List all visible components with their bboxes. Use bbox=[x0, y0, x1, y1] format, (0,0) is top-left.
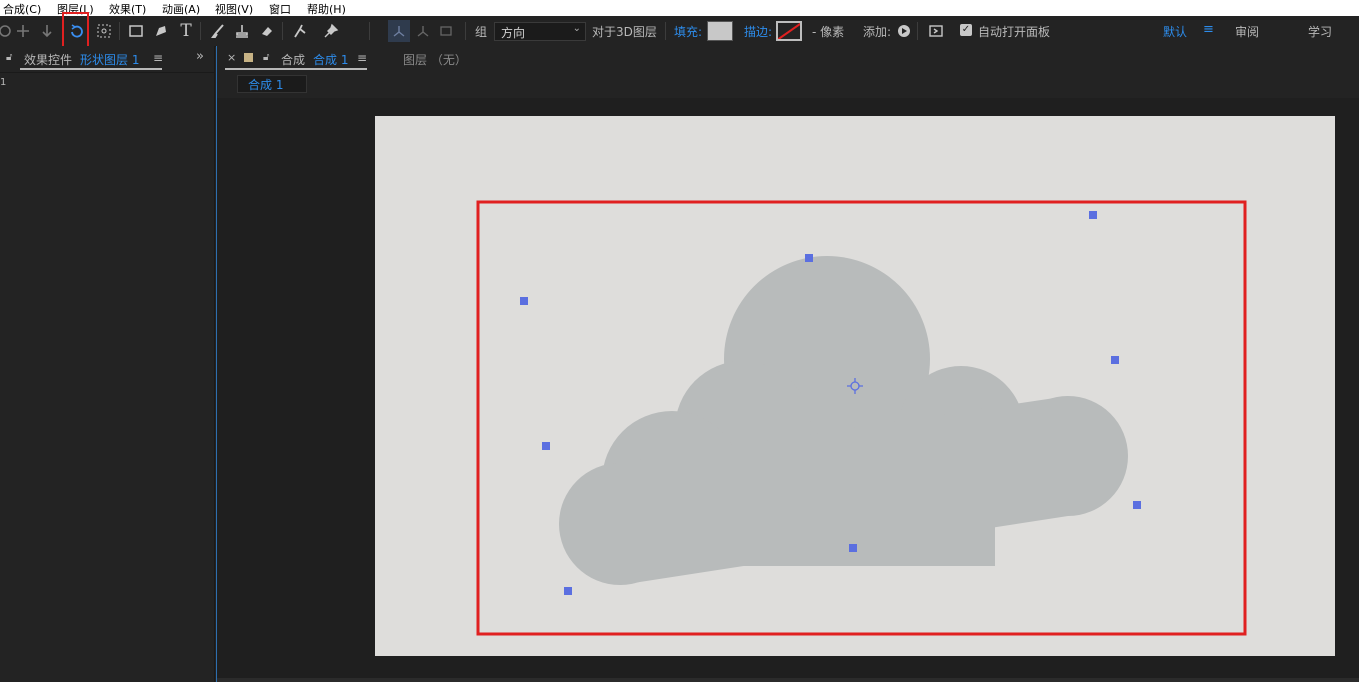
auto-open-checkbox[interactable]: ✓ bbox=[960, 24, 972, 36]
handle-top[interactable] bbox=[805, 254, 813, 262]
group-label: 组 bbox=[475, 25, 488, 39]
composition-tab-prefix[interactable]: 合成 bbox=[281, 51, 305, 68]
handle-top-right[interactable] bbox=[1089, 211, 1097, 219]
composition-tab-name[interactable]: 合成 1 bbox=[313, 51, 348, 68]
local-axis-icon[interactable] bbox=[388, 20, 410, 42]
fill-label[interactable]: 填充: bbox=[674, 23, 702, 40]
canvas-artwork bbox=[476, 200, 1247, 636]
active-tab-underline bbox=[20, 68, 162, 70]
composition-breadcrumb[interactable]: 合成 1 bbox=[237, 75, 307, 93]
rotation-tool-highlight bbox=[62, 12, 89, 48]
lock-icon[interactable]: 🔓︎ bbox=[263, 52, 269, 63]
menu-composition[interactable]: 合成(C) bbox=[3, 1, 41, 17]
composition-tabbar: × 🔓︎ 合成 合成 1 ≡ 图层 （无） bbox=[217, 46, 1359, 72]
handle-bottom[interactable] bbox=[849, 544, 857, 552]
effect-controls-tabbar: 🔓︎ 效果控件 形状图层 1 ≡ » bbox=[0, 46, 214, 73]
workspace-menu-icon[interactable]: ≡ bbox=[1203, 22, 1214, 37]
lock-icon[interactable]: 🔓︎ bbox=[6, 52, 12, 63]
anchor-point-icon[interactable] bbox=[93, 20, 115, 42]
align-3d-label: 对于3D图层 bbox=[592, 25, 657, 39]
workspace-review[interactable]: 审阅 bbox=[1235, 23, 1259, 40]
menu-bar: 合成(C) 图层(L) 效果(T) 动画(A) 视图(V) 窗口 帮助(H) bbox=[0, 0, 1359, 16]
eraser-icon[interactable] bbox=[256, 20, 278, 42]
close-tab-icon[interactable]: × bbox=[227, 51, 236, 64]
direction-value: 方向 bbox=[501, 26, 526, 40]
menu-help[interactable]: 帮助(H) bbox=[307, 1, 346, 17]
stroke-color-swatch[interactable] bbox=[776, 21, 802, 41]
rectangle-tool-icon[interactable] bbox=[125, 20, 147, 42]
composition-color-icon bbox=[244, 53, 253, 62]
puppet-pin-icon[interactable] bbox=[320, 20, 342, 42]
world-axis-icon[interactable] bbox=[412, 20, 434, 42]
composition-breadcrumb-label: 合成 1 bbox=[248, 78, 284, 92]
roto-brush-icon[interactable] bbox=[289, 20, 311, 42]
direction-select[interactable]: 方向 ⌄ bbox=[494, 22, 586, 41]
brush-tool-icon[interactable] bbox=[207, 20, 229, 42]
stroke-width-pixels[interactable]: - 像素 bbox=[812, 23, 844, 40]
view-axis-icon[interactable] bbox=[435, 20, 457, 42]
panel-menu-icon[interactable]: ≡ bbox=[153, 51, 163, 65]
cloud-shape[interactable] bbox=[559, 256, 1128, 585]
tools-toolbar: T 组 方向 ⌄ 对于3D图层 填充: 描边: - 像素 添加: ✓ 自动打开面… bbox=[0, 16, 1359, 47]
composition-viewer[interactable] bbox=[217, 98, 1359, 678]
pen-tool-icon[interactable] bbox=[150, 20, 172, 42]
pan-icon[interactable] bbox=[12, 20, 34, 42]
handle-bottom-left[interactable] bbox=[564, 587, 572, 595]
menu-animation[interactable]: 动画(A) bbox=[162, 1, 200, 17]
active-tab-underline bbox=[225, 68, 367, 70]
layer-tab[interactable]: 图层 （无） bbox=[403, 51, 467, 68]
effect-controls-layer-name[interactable]: 形状图层 1 bbox=[80, 51, 139, 68]
effect-controls-panel: 🔓︎ 效果控件 形状图层 1 ≡ » 1 bbox=[0, 46, 215, 682]
type-tool-icon[interactable]: T bbox=[175, 20, 197, 42]
panel-menu-icon[interactable]: ≡ bbox=[357, 51, 367, 65]
menu-effect[interactable]: 效果(T) bbox=[109, 1, 146, 17]
effect-controls-line: 1 bbox=[0, 77, 7, 88]
workspace-default[interactable]: 默认 bbox=[1163, 23, 1187, 40]
add-play-icon[interactable] bbox=[893, 20, 915, 42]
composition-panel: × 🔓︎ 合成 合成 1 ≡ 图层 （无） 合成 1 bbox=[216, 46, 1359, 682]
panel-toggle-icon[interactable] bbox=[925, 20, 947, 42]
handle-right[interactable] bbox=[1111, 356, 1119, 364]
effect-controls-tab-label[interactable]: 效果控件 bbox=[24, 51, 72, 68]
handle-bottom-right[interactable] bbox=[1133, 501, 1141, 509]
clone-stamp-icon[interactable] bbox=[231, 20, 253, 42]
add-label: 添加: bbox=[863, 25, 892, 39]
menu-view[interactable]: 视图(V) bbox=[215, 1, 253, 17]
viewer-footer bbox=[217, 678, 1359, 682]
auto-open-label: 自动打开面板 bbox=[978, 25, 1051, 39]
handle-left[interactable] bbox=[542, 442, 550, 450]
menu-window[interactable]: 窗口 bbox=[269, 1, 291, 17]
handle-top-left[interactable] bbox=[520, 297, 528, 305]
dolly-icon[interactable] bbox=[36, 20, 58, 42]
workspace-learn[interactable]: 学习 bbox=[1308, 23, 1332, 40]
chevron-down-icon: ⌄ bbox=[572, 23, 581, 34]
composition-canvas[interactable] bbox=[375, 116, 1335, 656]
fill-color-swatch[interactable] bbox=[707, 21, 733, 41]
expand-panels-icon[interactable]: » bbox=[196, 49, 204, 64]
stroke-label[interactable]: 描边: bbox=[744, 23, 772, 40]
